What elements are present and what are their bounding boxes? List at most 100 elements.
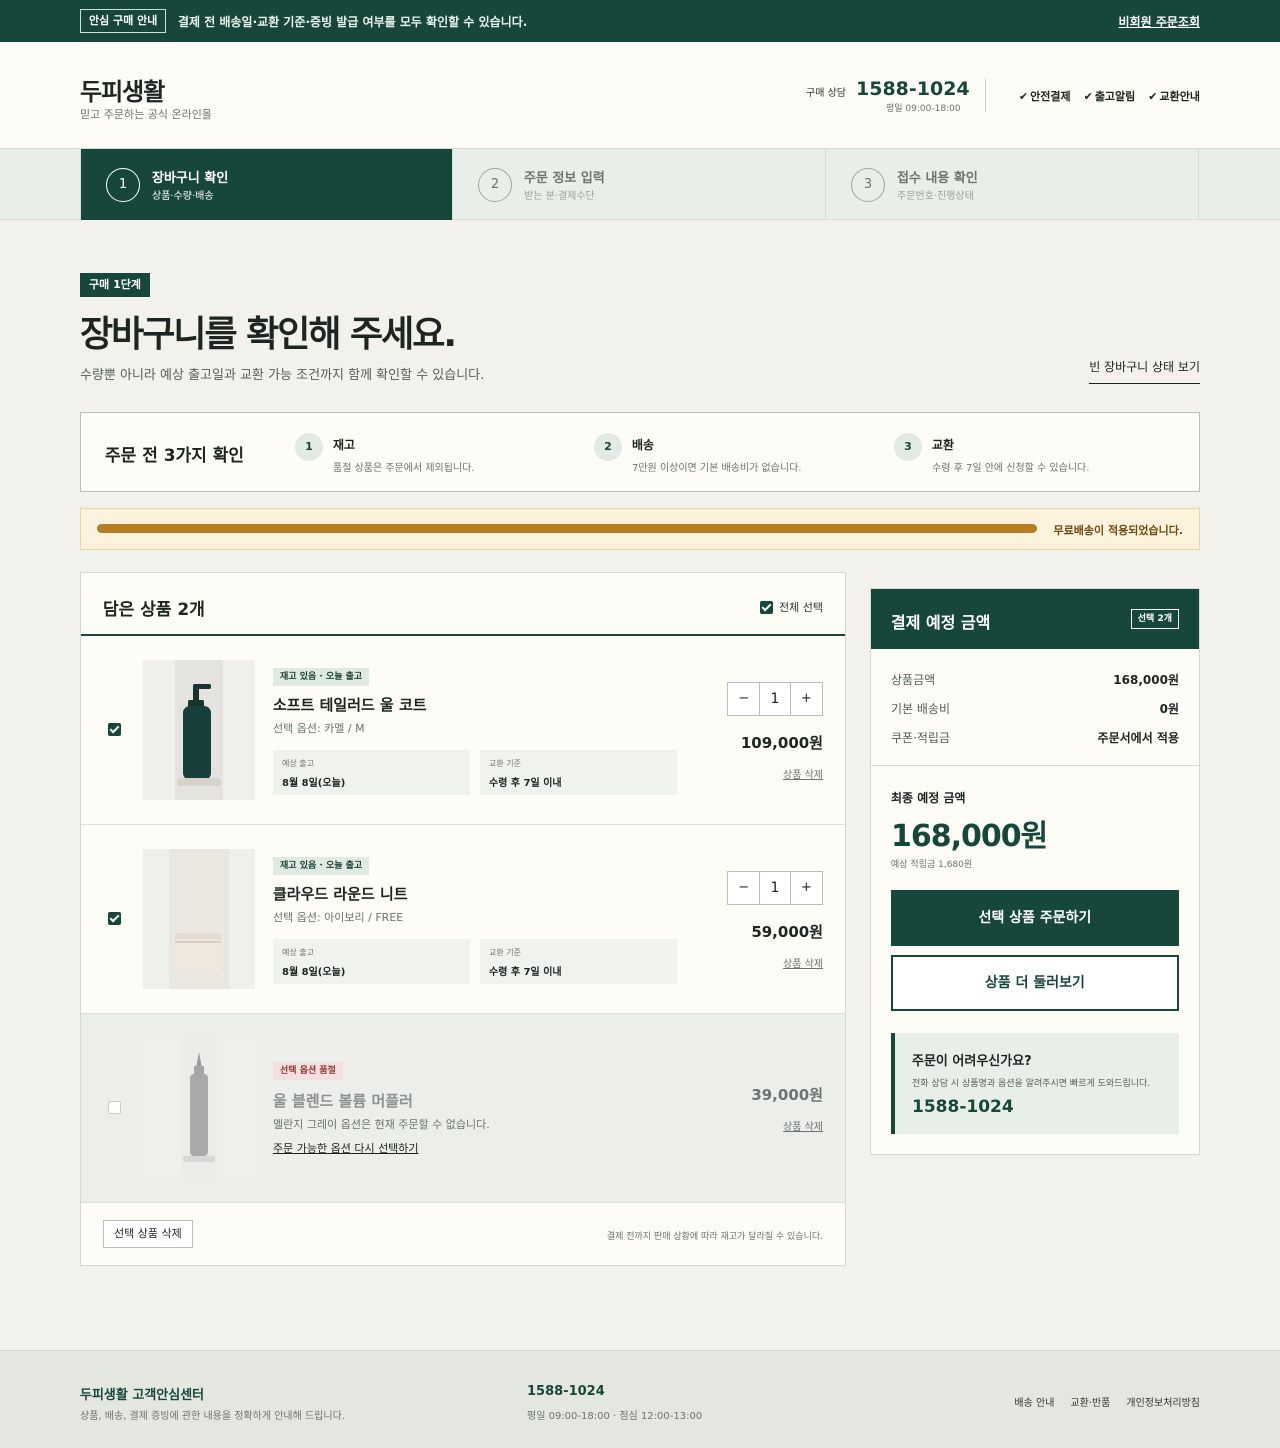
footer-link-shipping[interactable]: 배송 안내	[1014, 1394, 1054, 1409]
tagline: 믿고 주문하는 공식 온라인몰	[80, 108, 212, 121]
delete-selected-button[interactable]: 선택 상품 삭제	[103, 1220, 193, 1248]
checklist-title: 주문 전 3가지 확인	[105, 446, 245, 466]
checklist-item-desc: 수령 후 7일 안에 신청할 수 있습니다.	[932, 463, 1090, 474]
quantity-stepper: − 1 +	[727, 871, 823, 905]
footer-link-returns[interactable]: 교환·반품	[1070, 1394, 1110, 1409]
header-divider	[985, 78, 986, 112]
info-value: 8월 8일(오늘)	[282, 778, 346, 789]
cart-panel: 담은 상품 2개 전체 선택 재고 있음 · 오늘 출고 소프트 테일러드 울 …	[80, 572, 846, 1266]
item-checkbox[interactable]	[108, 912, 121, 925]
exchange-policy-box: 교환 기준 수령 후 7일 이내	[480, 939, 677, 984]
call-hours: 평일 09:00-18:00	[886, 104, 961, 114]
info-value: 8월 8일(오늘)	[282, 967, 346, 978]
product-name[interactable]: 소프트 테일러드 울 코트	[273, 694, 427, 715]
reselect-option-link[interactable]: 주문 가능한 옵션 다시 선택하기	[273, 1140, 419, 1156]
summary-title: 결제 예정 금액	[891, 613, 991, 632]
empty-cart-view-link[interactable]: 빈 장바구니 상태 보기	[1089, 358, 1200, 384]
qty-increase-button[interactable]: +	[791, 872, 822, 904]
notice-text: 결제 전 배송일·교환 기준·증빙 발급 여부를 모두 확인할 수 있습니다.	[178, 15, 528, 29]
help-phone: 1588-1024	[912, 1097, 1014, 1117]
item-checkbox[interactable]	[108, 723, 121, 736]
ivory-cream-jar-icon	[175, 933, 221, 973]
final-amount: 168,000원	[891, 819, 1048, 854]
checklist-item-title: 교환	[932, 438, 955, 452]
checklist-item-desc: 7만원 이상이면 기본 배송비가 없습니다.	[632, 463, 802, 474]
free-shipping-progress: 무료배송이 적용되었습니다.	[80, 508, 1200, 550]
step-number: 3	[851, 168, 885, 202]
check-icon: ✔	[1018, 90, 1029, 103]
site-header: 두피생활 믿고 주문하는 공식 온라인몰 구매 상담 1588-1024 평일 …	[0, 42, 1280, 148]
step-confirm: 3 접수 내용 확인 주문번호·진행상태	[826, 149, 1199, 220]
site-footer: 두피생활 고객안심센터 상품, 배송, 결제 증빙에 관한 내용을 정확하게 안…	[0, 1350, 1280, 1448]
header-assurances: ✔ 안전결제 ✔ 출고알림 ✔ 교환안내	[1019, 88, 1200, 104]
footer-links: 배송 안내 교환·반품 개인정보처리방침	[1014, 1394, 1200, 1409]
stock-status-tag: 재고 있음 · 오늘 출고	[273, 857, 370, 875]
expected-ship-box: 예상 출고 8월 8일(오늘)	[273, 939, 470, 984]
select-all[interactable]: 전체 선택	[760, 599, 823, 615]
product-name[interactable]: 클라우드 라운드 니트	[273, 883, 408, 904]
summary-label: 쿠폰·적립금	[891, 731, 951, 745]
qty-increase-button[interactable]: +	[791, 683, 822, 715]
footer-hours: 평일 09:00-18:00 · 점심 12:00-13:00	[527, 1411, 703, 1422]
select-all-checkbox[interactable]	[760, 600, 774, 614]
stock-status-tag: 재고 있음 · 오늘 출고	[273, 668, 370, 686]
expected-points: 예상 적립금 1,680원	[891, 860, 973, 870]
qty-decrease-button[interactable]: −	[728, 872, 759, 904]
summary-label: 기본 배송비	[891, 702, 951, 716]
footer-link-privacy[interactable]: 개인정보처리방침	[1126, 1394, 1200, 1409]
item-checkbox-disabled[interactable]	[108, 1101, 121, 1114]
order-summary: 결제 예정 금액 선택 2개 상품금액 168,000원 기본 배송비 0원 쿠…	[870, 588, 1200, 1155]
checklist-item-desc: 품절 상품은 주문에서 제외됩니다.	[333, 463, 475, 474]
quantity-stepper: − 1 +	[727, 682, 823, 716]
checklist-item-title: 재고	[333, 438, 356, 452]
step-title: 장바구니 확인	[152, 171, 229, 186]
item-price: 109,000원	[740, 734, 823, 752]
cart-header: 담은 상품 2개 전체 선택	[81, 573, 845, 636]
pre-order-checklist: 주문 전 3가지 확인 1 재고 품절 상품은 주문에서 제외됩니다. 2 배송…	[80, 412, 1200, 492]
qty-value[interactable]: 1	[759, 683, 791, 715]
step-subtitle: 주문번호·진행상태	[897, 191, 974, 202]
summary-value: 168,000원	[1113, 673, 1179, 687]
logo[interactable]: 두피생활	[80, 72, 165, 107]
stock-note: 결제 전까지 판매 상황에 따라 재고가 달라질 수 있습니다.	[606, 1232, 823, 1242]
checkout-steps: 1 장바구니 확인 상품·수량·배송 2 주문 정보 입력 받는 분·결제수단 …	[0, 148, 1280, 220]
cart-title: 담은 상품 2개	[103, 600, 205, 620]
footer-title: 두피생활 고객안심센터	[80, 1388, 205, 1403]
delete-item-link[interactable]: 상품 삭제	[783, 1118, 823, 1133]
info-label: 교환 기준	[489, 948, 521, 957]
product-name[interactable]: 울 블렌드 볼륨 머플러	[273, 1090, 413, 1111]
check-icon: ✔	[1083, 90, 1093, 103]
delete-item-link[interactable]: 상품 삭제	[783, 955, 823, 970]
step-subtitle: 상품·수량·배송	[152, 191, 214, 202]
selected-count-badge: 선택 2개	[1130, 609, 1179, 629]
order-selected-button[interactable]: 선택 상품 주문하기	[891, 890, 1179, 946]
summary-row-coupon: 쿠폰·적립금 주문서에서 적용	[891, 729, 1179, 746]
select-all-label: 전체 선택	[779, 601, 823, 614]
product-image[interactable]	[143, 660, 255, 800]
summary-value: 0원	[1159, 702, 1179, 716]
info-value: 수령 후 7일 이내	[489, 967, 562, 978]
info-value: 수령 후 7일 이내	[489, 778, 562, 789]
continue-shopping-button[interactable]: 상품 더 둘러보기	[891, 955, 1179, 1011]
help-title: 주문이 어려우신가요?	[912, 1054, 1032, 1069]
qty-decrease-button[interactable]: −	[728, 683, 759, 715]
page-lead: 수량뿐 아니라 예상 출고일과 교환 가능 조건까지 함께 확인할 수 있습니다…	[80, 368, 485, 383]
cart-item: 재고 있음 · 오늘 출고 클라우드 라운드 니트 선택 옵션: 아이보리 / …	[81, 825, 845, 1014]
summary-divider	[871, 765, 1199, 766]
product-image[interactable]	[143, 849, 255, 989]
soldout-tag: 선택 옵션 품절	[273, 1062, 343, 1080]
cart-item-soldout: 선택 옵션 품절 울 블렌드 볼륨 머플러 멜란지 그레이 옵션은 현재 주문할…	[81, 1014, 845, 1203]
progress-fill	[97, 524, 1037, 533]
step-title: 접수 내용 확인	[897, 171, 978, 186]
qty-value[interactable]: 1	[759, 872, 791, 904]
step-title: 주문 정보 입력	[524, 171, 605, 186]
product-option: 선택 옵션: 아이보리 / FREE	[273, 911, 404, 924]
item-price: 59,000원	[751, 923, 823, 941]
guest-order-lookup-link[interactable]: 비회원 주문조회	[1119, 13, 1200, 30]
help-desc: 전화 상담 시 상품명과 옵션을 알려주시면 빠르게 도와드립니다.	[912, 1079, 1151, 1089]
product-image[interactable]	[143, 1038, 255, 1178]
delete-item-link[interactable]: 상품 삭제	[783, 766, 823, 781]
checklist-item-title: 배송	[632, 438, 655, 452]
info-label: 예상 출고	[282, 759, 314, 768]
cart-item: 재고 있음 · 오늘 출고 소프트 테일러드 울 코트 선택 옵션: 카멜 / …	[81, 636, 845, 825]
